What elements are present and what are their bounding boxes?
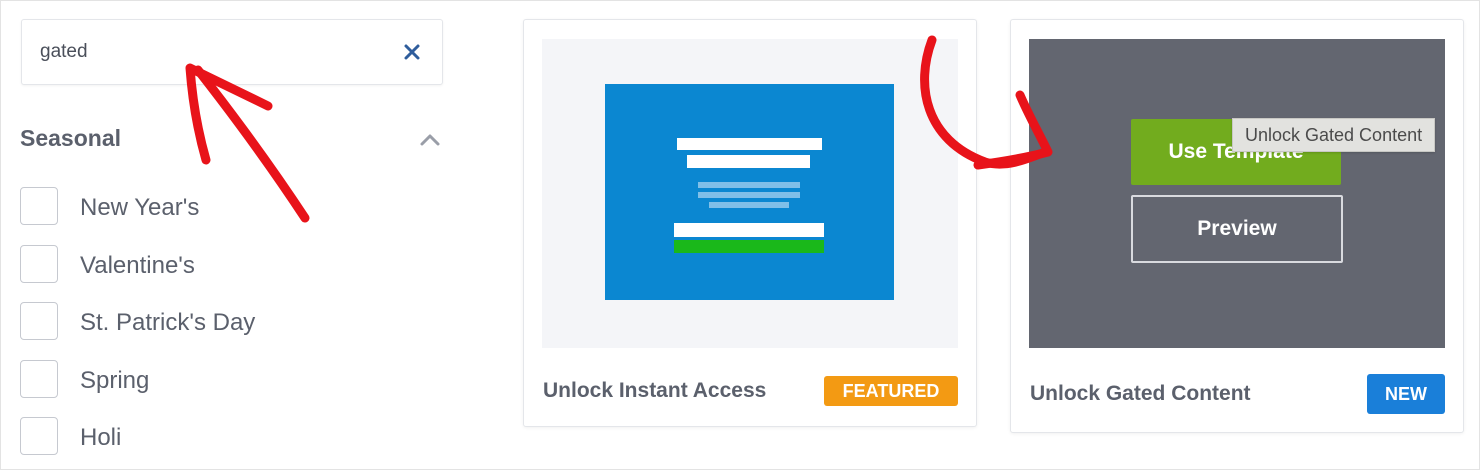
template-thumbnail <box>542 39 958 348</box>
new-badge: NEW <box>1367 374 1445 414</box>
filter-label: St. Patrick's Day <box>80 309 256 336</box>
template-title: Unlock Gated Content <box>1030 382 1251 405</box>
checkbox[interactable] <box>20 360 58 398</box>
filter-item-holi[interactable]: Holi <box>20 417 440 457</box>
template-card-unlock-gated-content[interactable]: Use Template Preview Unlock Gated Conten… <box>1010 19 1464 433</box>
filter-label: Holi <box>80 424 122 451</box>
popup-preview-image <box>605 84 894 300</box>
template-thumbnail-hover-overlay: Use Template Preview <box>1029 39 1445 348</box>
checkbox[interactable] <box>20 302 58 340</box>
filter-item-valentines[interactable]: Valentine's <box>20 245 440 285</box>
tooltip: Unlock Gated Content <box>1232 118 1436 152</box>
template-title: Unlock Instant Access <box>543 379 767 402</box>
filter-label: Valentine's <box>80 252 195 279</box>
close-icon[interactable] <box>400 40 424 64</box>
featured-badge: FEATURED <box>824 376 958 406</box>
chevron-up-icon[interactable] <box>418 130 442 150</box>
filter-label: Spring <box>80 367 150 394</box>
filter-item-st-patricks-day[interactable]: St. Patrick's Day <box>20 302 440 342</box>
template-search-box <box>21 19 443 85</box>
filter-label: New Year's <box>80 194 200 221</box>
checkbox[interactable] <box>20 417 58 455</box>
seasonal-section-title: Seasonal <box>20 125 121 151</box>
filter-item-spring[interactable]: Spring <box>20 360 440 400</box>
checkbox[interactable] <box>20 245 58 283</box>
checkbox[interactable] <box>20 187 58 225</box>
template-card-unlock-instant-access[interactable]: Unlock Instant Access FEATURED <box>523 19 977 427</box>
filter-item-new-years[interactable]: New Year's <box>20 187 440 227</box>
preview-button[interactable]: Preview <box>1131 195 1343 263</box>
search-input[interactable] <box>40 40 380 64</box>
